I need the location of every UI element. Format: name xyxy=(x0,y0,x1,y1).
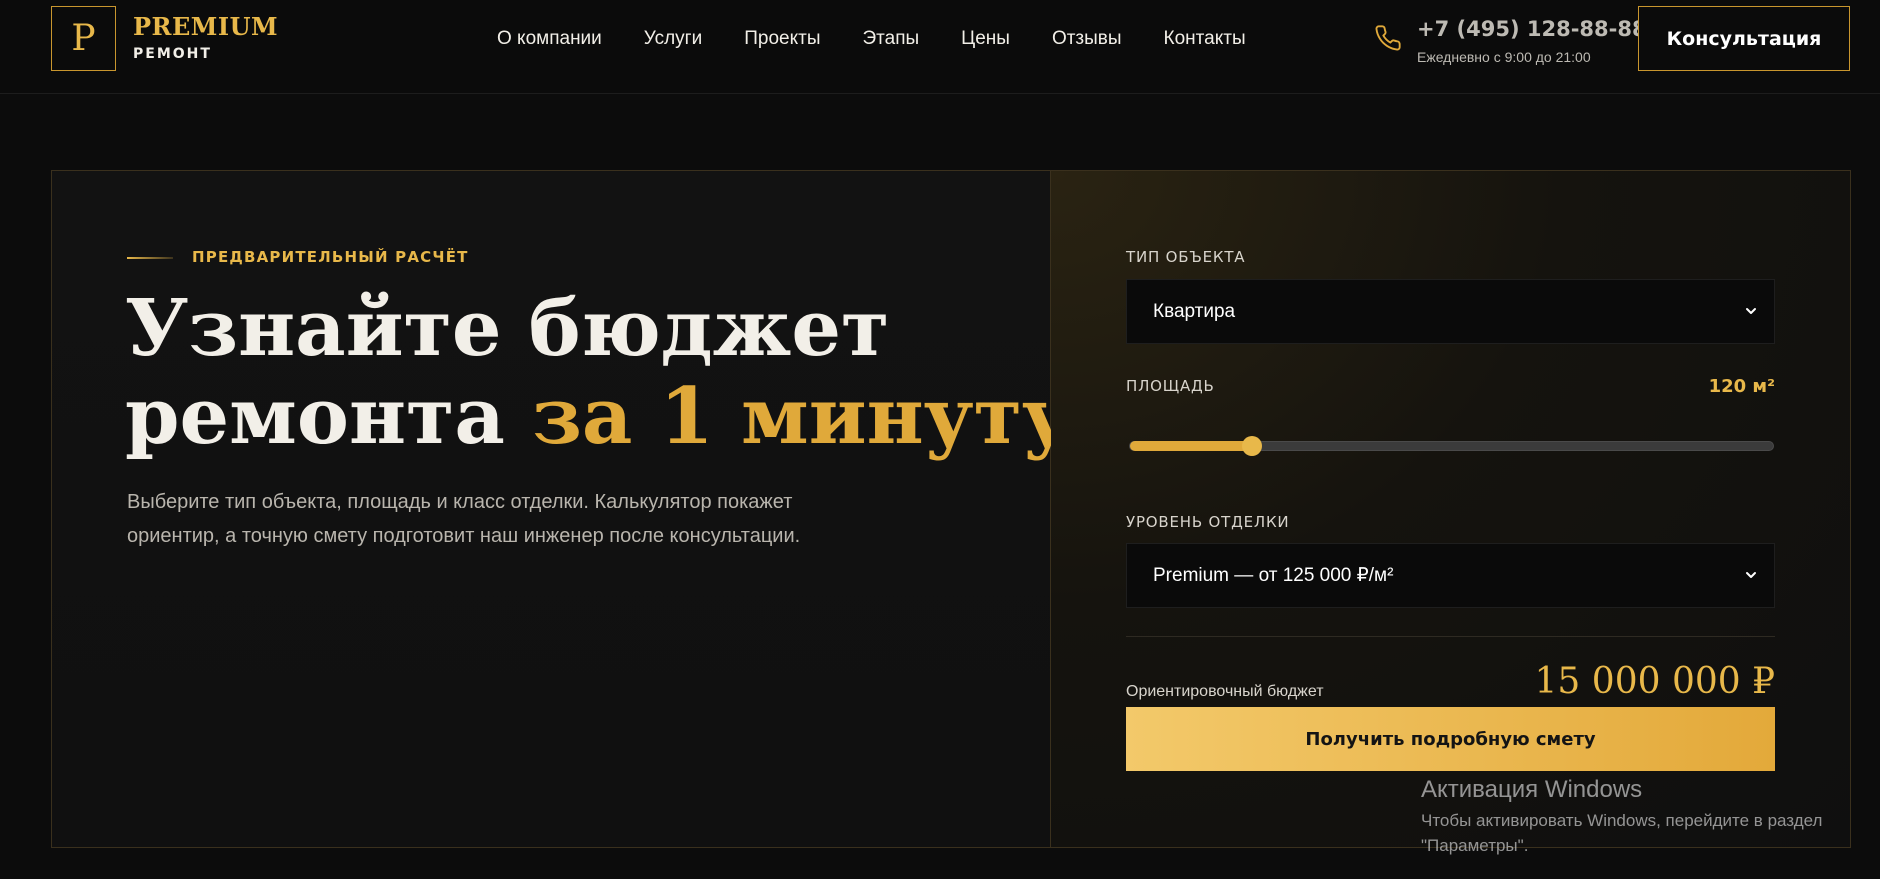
area-slider-thumb[interactable] xyxy=(1242,436,1263,456)
main-nav: О компании Услуги Проекты Этапы Цены Отз… xyxy=(497,28,1288,50)
object-type-value: Квартира xyxy=(1153,300,1236,322)
phone-hours: Ежедневно с 9:00 до 21:00 xyxy=(1417,49,1591,65)
hero-panel: ПРЕДВАРИТЕЛЬНЫЙ РАСЧЁТ Узнайте бюджет ре… xyxy=(52,171,1072,847)
divider xyxy=(1126,636,1775,637)
nav-item-prices[interactable]: Цены xyxy=(961,28,1010,50)
headline-accent: за 1 минуту xyxy=(532,371,1072,462)
headline-line-1: Узнайте бюджет xyxy=(125,283,890,374)
area-slider[interactable] xyxy=(1129,436,1774,456)
phone-icon[interactable] xyxy=(1374,24,1402,52)
nav-item-services[interactable]: Услуги xyxy=(644,28,702,50)
finish-level-select[interactable]: Premium — от 125 000 ₽/м² xyxy=(1126,543,1775,608)
object-type-select[interactable]: Квартира xyxy=(1126,279,1775,344)
nav-item-contacts[interactable]: Контакты xyxy=(1164,28,1246,50)
finish-level-label: УРОВЕНЬ ОТДЕЛКИ xyxy=(1126,513,1290,531)
windows-activation-text: Чтобы активировать Windows, перейдите в … xyxy=(1421,811,1823,855)
get-estimate-button[interactable]: Получить подробную смету xyxy=(1126,707,1775,771)
logo-subtitle: РЕМОНТ xyxy=(133,46,212,62)
consultation-button[interactable]: Консультация xyxy=(1638,6,1850,71)
logo-mark[interactable]: P xyxy=(51,6,116,71)
eyebrow-line xyxy=(127,257,173,259)
phone-number[interactable]: +7 (495) 128-88-88 xyxy=(1417,17,1647,41)
eyebrow-label: ПРЕДВАРИТЕЛЬНЫЙ РАСЧЁТ xyxy=(192,248,469,266)
area-label: ПЛОЩАДЬ xyxy=(1126,377,1215,395)
nav-item-stages[interactable]: Этапы xyxy=(862,28,919,50)
chevron-down-icon xyxy=(1746,572,1756,578)
budget-value: 15 000 000 ₽ xyxy=(1534,661,1775,702)
calculator-form: ТИП ОБЪЕКТА Квартира ПЛОЩАДЬ 120 м² УРОВ… xyxy=(1051,171,1850,847)
logo-title[interactable]: PREMIUM xyxy=(133,12,278,41)
area-value: 120 м² xyxy=(1708,376,1775,397)
nav-item-projects[interactable]: Проекты xyxy=(744,28,820,50)
windows-activation-title: Активация Windows xyxy=(1421,776,1643,803)
site-header: P PREMIUM РЕМОНТ О компании Услуги Проек… xyxy=(0,0,1880,94)
calculator-card: ПРЕДВАРИТЕЛЬНЫЙ РАСЧЁТ Узнайте бюджет ре… xyxy=(51,170,1851,848)
hero-description: Выберите тип объекта, площадь и класс от… xyxy=(127,491,801,547)
hero-headline: Узнайте бюджет ремонта за 1 минуту xyxy=(125,285,1072,461)
nav-item-about[interactable]: О компании xyxy=(497,28,602,50)
budget-label: Ориентировочный бюджет xyxy=(1126,683,1324,700)
finish-level-value: Premium — от 125 000 ₽/м² xyxy=(1153,565,1394,586)
headline-line-2: ремонта xyxy=(125,371,533,462)
nav-item-reviews[interactable]: Отзывы xyxy=(1052,28,1122,50)
area-slider-fill xyxy=(1130,441,1253,451)
chevron-down-icon xyxy=(1746,308,1756,314)
object-type-label: ТИП ОБЪЕКТА xyxy=(1126,248,1246,266)
